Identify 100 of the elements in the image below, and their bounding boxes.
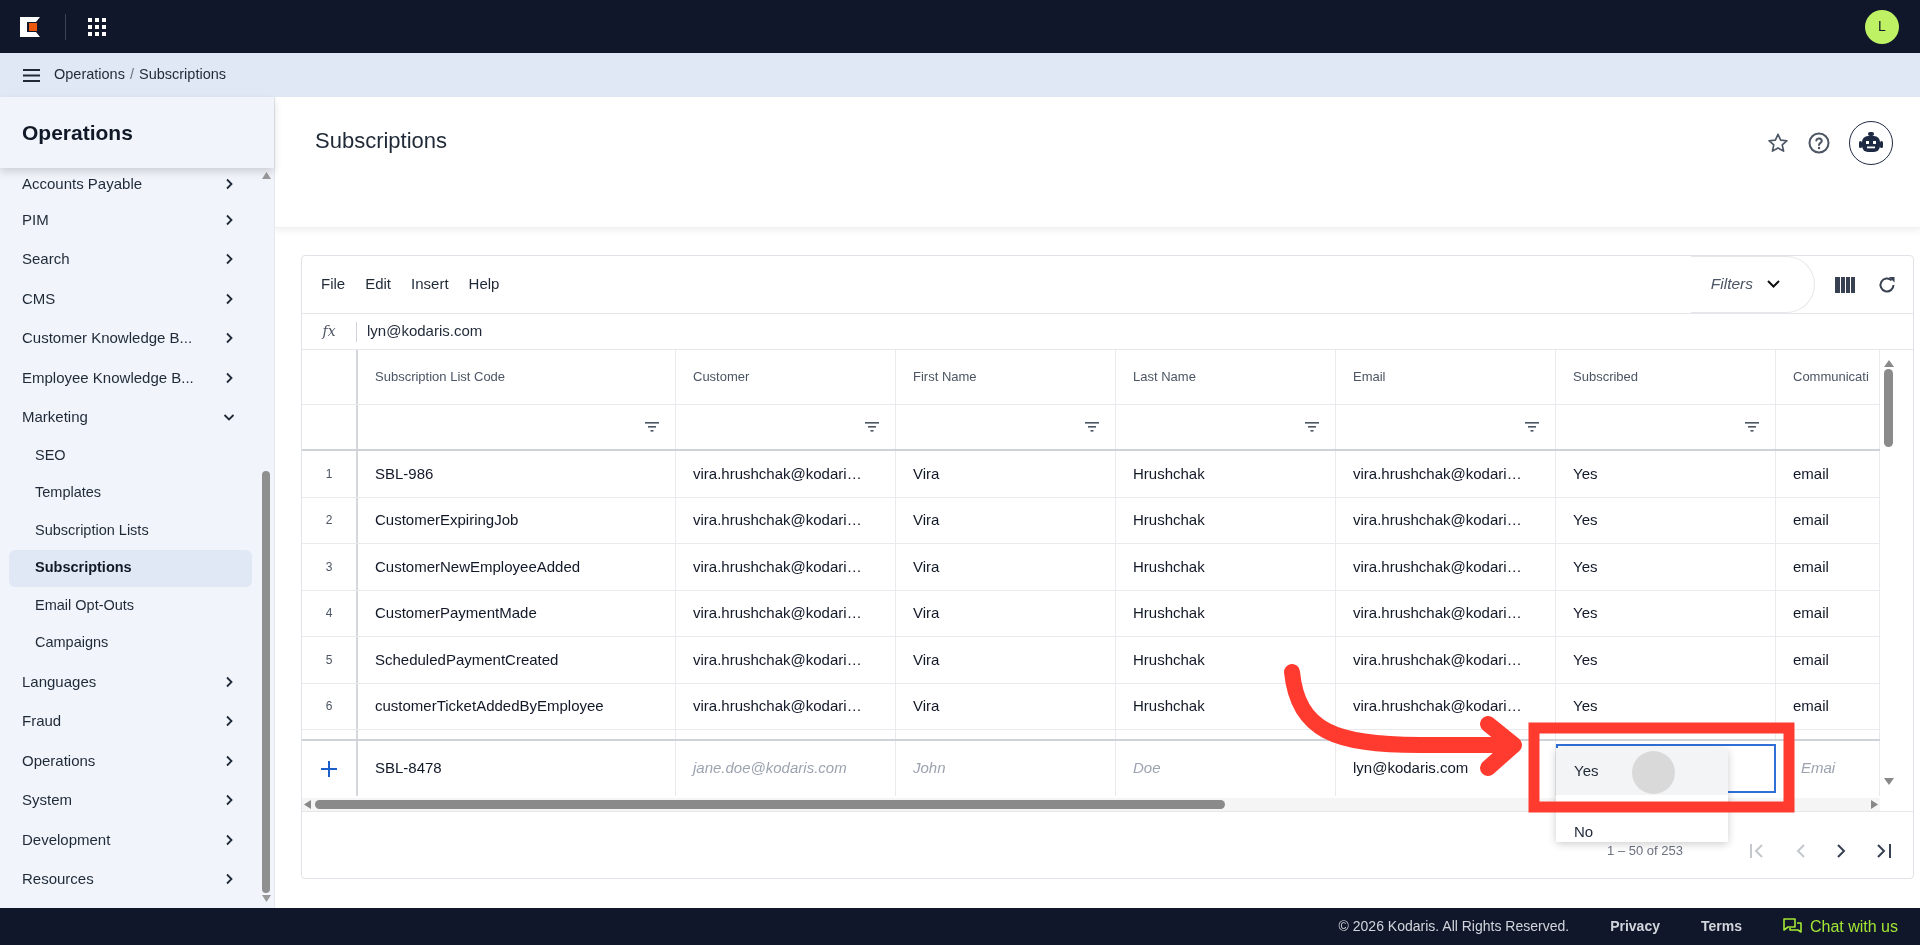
filter-icon[interactable] xyxy=(1085,422,1099,432)
table-cell[interactable]: Vira xyxy=(913,695,940,718)
table-cell[interactable]: customerTicketAddedByEmployee xyxy=(375,695,604,718)
scroll-up-icon[interactable] xyxy=(261,172,271,179)
apps-grid-icon[interactable] xyxy=(88,17,106,36)
sidebar-item[interactable]: Customer Knowledge B... xyxy=(0,318,261,358)
table-cell[interactable]: ScheduledPaymentCreated xyxy=(375,648,559,671)
table-cell[interactable]: Vira xyxy=(913,509,940,532)
footer-link[interactable]: Terms xyxy=(1700,916,1742,937)
table-cell[interactable]: Yes xyxy=(1573,462,1598,485)
filter-icon[interactable] xyxy=(1525,422,1539,432)
breadcrumb-link[interactable]: Operations xyxy=(54,64,125,86)
table-cell[interactable]: Vira xyxy=(913,602,940,625)
menu-icon[interactable] xyxy=(23,68,40,82)
table-cell[interactable]: vira.hrushchak@kodari… xyxy=(693,648,862,671)
sidebar-item[interactable]: System xyxy=(0,780,261,820)
breadcrumb-link[interactable]: Subscriptions xyxy=(138,64,226,86)
sidebar-item[interactable]: Search xyxy=(0,239,261,279)
sidebar-subitem[interactable]: Subscriptions xyxy=(9,549,252,587)
columns-icon[interactable] xyxy=(1835,276,1855,293)
scroll-down-icon[interactable] xyxy=(1883,778,1894,785)
filter-icon[interactable] xyxy=(645,422,659,432)
table-cell[interactable]: vira.hrushchak@kodari… xyxy=(693,462,862,485)
column-header[interactable]: First Name xyxy=(913,367,977,387)
column-header[interactable]: Email xyxy=(1353,367,1386,387)
table-cell[interactable]: vira.hrushchak@kodari… xyxy=(1353,648,1522,671)
sidebar-item[interactable]: Marketing xyxy=(0,397,261,437)
table-cell[interactable]: Vira xyxy=(913,462,940,485)
table-cell[interactable]: Hrushchak xyxy=(1133,695,1205,718)
column-header[interactable]: Communicati xyxy=(1793,367,1869,387)
table-cell[interactable]: vira.hrushchak@kodari… xyxy=(693,602,862,625)
add-row-icon[interactable] xyxy=(321,760,337,777)
table-cell[interactable]: vira.hrushchak@kodari… xyxy=(693,509,862,532)
scroll-right-icon[interactable] xyxy=(1871,800,1878,809)
formula-input[interactable]: lyn@kodaris.com xyxy=(357,320,483,343)
table-cell[interactable]: Hrushchak xyxy=(1133,509,1205,532)
table-cell[interactable]: Vira xyxy=(913,555,940,578)
table-cell[interactable]: CustomerNewEmployeeAdded xyxy=(375,555,581,578)
refresh-icon[interactable] xyxy=(1877,274,1897,295)
column-header[interactable]: Subscription List Code xyxy=(375,367,506,387)
table-cell[interactable]: vira.hrushchak@kodari… xyxy=(1353,462,1522,485)
table-cell[interactable]: Yes xyxy=(1573,555,1598,578)
sidebar-subitem[interactable]: Subscription Lists xyxy=(9,512,252,550)
table-cell[interactable]: Vira xyxy=(913,648,940,671)
menu-item[interactable]: File xyxy=(312,273,355,296)
sidebar-item[interactable]: Accounts Payable xyxy=(0,168,261,200)
sidebar-item[interactable]: Languages xyxy=(0,662,261,702)
filter-icon[interactable] xyxy=(1305,422,1319,432)
sidebar-subitem[interactable]: Email Opt-Outs xyxy=(9,587,252,625)
table-cell[interactable]: vira.hrushchak@kodari… xyxy=(1353,555,1522,578)
table-cell[interactable]: CustomerPaymentMade xyxy=(375,602,537,625)
menu-item[interactable]: Insert xyxy=(402,273,458,296)
filter-icon[interactable] xyxy=(1745,422,1759,432)
table-cell[interactable]: vira.hrushchak@kodari… xyxy=(693,695,862,718)
horizontal-scrollbar-thumb[interactable] xyxy=(315,800,1225,809)
table-cell[interactable]: email xyxy=(1793,509,1829,532)
table-cell[interactable]: email xyxy=(1793,462,1829,485)
menu-item[interactable]: Help xyxy=(459,273,509,296)
sidebar-subitem[interactable]: Campaigns xyxy=(9,624,252,662)
table-cell[interactable]: Yes xyxy=(1573,648,1598,671)
user-avatar[interactable]: L xyxy=(1865,9,1899,44)
table-cell[interactable]: SBL-8478 xyxy=(375,757,442,780)
table-cell[interactable]: CustomerExpiringJob xyxy=(375,509,519,532)
sidebar-item[interactable]: CMS xyxy=(0,279,261,319)
table-cell[interactable]: Hrushchak xyxy=(1133,648,1205,671)
sidebar-item[interactable]: Development xyxy=(0,820,261,860)
table-cell[interactable]: vira.hrushchak@kodari… xyxy=(1353,695,1522,718)
menu-item[interactable]: Edit xyxy=(356,273,401,296)
table-cell[interactable]: Hrushchak xyxy=(1133,602,1205,625)
table-cell[interactable]: lyn@kodaris.com xyxy=(1353,757,1469,780)
column-header[interactable]: Subscribed xyxy=(1573,367,1639,387)
logo-icon[interactable] xyxy=(19,14,43,39)
help-icon[interactable] xyxy=(1807,131,1831,155)
table-cell[interactable]: vira.hrushchak@kodari… xyxy=(1353,509,1522,532)
scroll-down-icon[interactable] xyxy=(261,895,271,902)
chat-link[interactable]: Chat with us xyxy=(1782,914,1898,939)
sidebar-item[interactable]: PIM xyxy=(0,200,261,240)
table-cell[interactable]: email xyxy=(1793,555,1829,578)
table-cell[interactable]: email xyxy=(1793,695,1829,718)
table-cell[interactable]: Yes xyxy=(1573,602,1598,625)
sidebar-item[interactable]: Resources xyxy=(0,859,261,899)
scroll-up-icon[interactable] xyxy=(1883,360,1894,367)
table-cell[interactable]: email xyxy=(1793,648,1829,671)
sidebar-subitem[interactable]: Templates xyxy=(9,474,252,512)
table-cell[interactable]: Yes xyxy=(1573,509,1598,532)
scroll-left-icon[interactable] xyxy=(304,800,311,809)
table-cell[interactable]: SBL-986 xyxy=(375,462,434,485)
sidebar-item[interactable]: Employee Knowledge B... xyxy=(0,358,261,398)
table-cell[interactable]: email xyxy=(1793,602,1829,625)
footer-link[interactable]: Privacy xyxy=(1610,916,1660,937)
star-icon[interactable] xyxy=(1767,132,1789,154)
next-page-icon[interactable] xyxy=(1835,843,1847,859)
table-cell[interactable]: vira.hrushchak@kodari… xyxy=(1353,602,1522,625)
sidebar-subitem[interactable]: SEO xyxy=(9,437,252,475)
table-cell[interactable]: Hrushchak xyxy=(1133,555,1205,578)
table-cell[interactable]: vira.hrushchak@kodari… xyxy=(693,555,862,578)
sidebar-item[interactable]: Fraud xyxy=(0,701,261,741)
last-page-icon[interactable] xyxy=(1875,843,1893,859)
column-header[interactable]: Customer xyxy=(693,367,750,387)
dropdown-option[interactable]: Yes xyxy=(1556,748,1728,795)
